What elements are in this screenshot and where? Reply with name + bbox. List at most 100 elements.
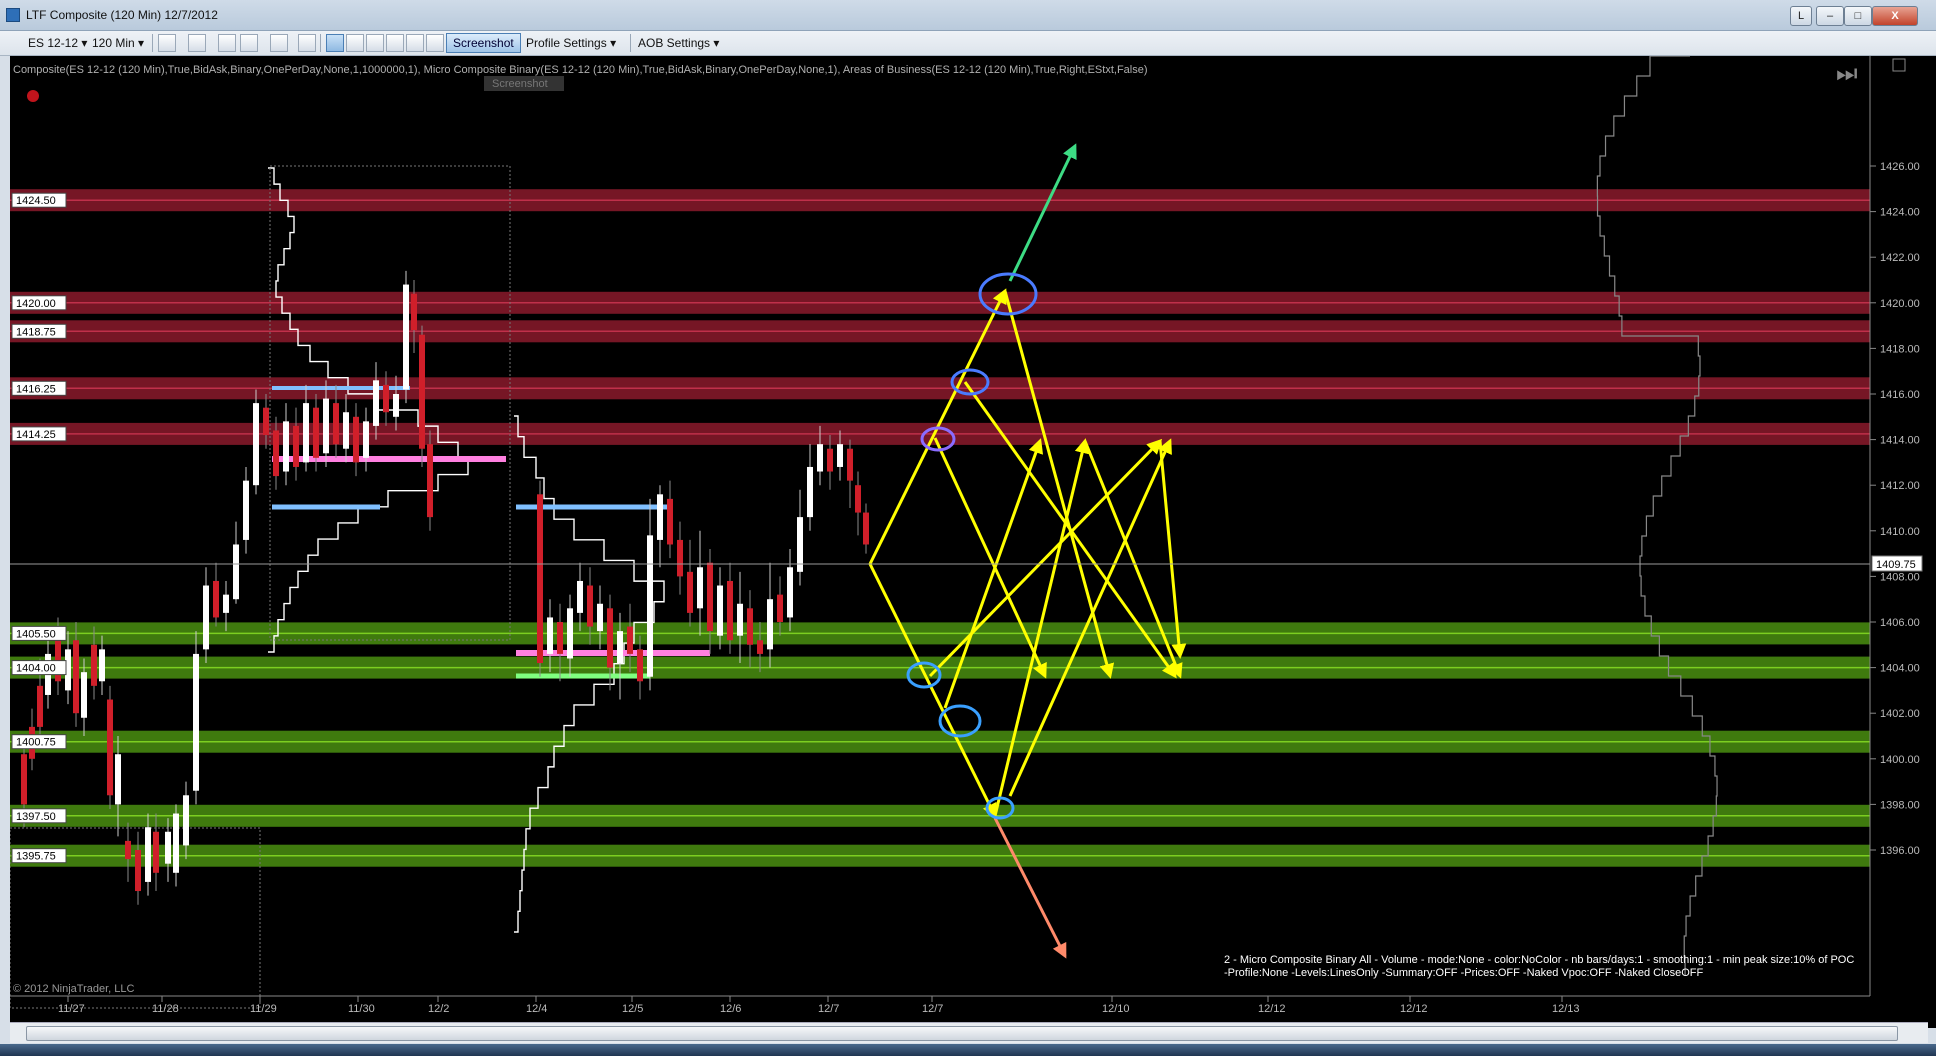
link-button[interactable]: L: [1790, 6, 1812, 26]
candle-body: [145, 827, 151, 882]
time-tick-label: 11/30: [348, 1003, 375, 1015]
candle-body: [165, 831, 171, 864]
pin-icon[interactable]: [218, 34, 236, 52]
candle-body: [125, 840, 131, 860]
candle-body: [577, 580, 583, 613]
indicator-legend: Composite(ES 12-12 (120 Min),True,BidAsk…: [13, 64, 1148, 76]
toolbar-divider: [152, 34, 153, 52]
candle-body: [817, 444, 823, 472]
last-price-label: 1409.75: [1876, 559, 1916, 571]
candle-body: [323, 398, 329, 454]
cursor-icon[interactable]: [270, 34, 288, 52]
profile-settings-menu[interactable]: Profile Settings ▾: [526, 34, 616, 52]
pencil-icon[interactable]: [188, 34, 206, 52]
price-tick-label: 1418.00: [1880, 343, 1920, 355]
candle-body: [193, 653, 199, 791]
time-tick-label: 12/7: [922, 1003, 943, 1015]
snapshot-icon[interactable]: [406, 34, 424, 52]
time-tick-label: 12/12: [1258, 1003, 1286, 1015]
strategies-icon[interactable]: [366, 34, 384, 52]
time-tick-label: 12/10: [1102, 1003, 1130, 1015]
dock-icon[interactable]: [426, 34, 444, 52]
bar-type-icon[interactable]: [158, 34, 176, 52]
support-level-label: 1404.00: [16, 663, 56, 675]
scrollbar-thumb[interactable]: [26, 1026, 1898, 1041]
candle-body: [647, 535, 653, 677]
price-tick-label: 1420.00: [1880, 298, 1920, 310]
candle-body: [393, 394, 399, 417]
candle-body: [333, 403, 339, 445]
scroll-end-icon[interactable]: ⏭: [1836, 60, 1858, 87]
properties-icon[interactable]: [326, 34, 344, 52]
toolbar-divider: [320, 34, 321, 52]
data-box-icon[interactable]: [386, 34, 404, 52]
time-tick-label: 12/13: [1552, 1003, 1580, 1015]
price-tick-label: 1422.00: [1880, 252, 1920, 264]
candle-body: [617, 631, 623, 664]
candle-body: [567, 608, 573, 659]
screenshot-tooltip: Screenshot: [492, 78, 548, 90]
candle-body: [547, 617, 553, 654]
time-tick-label: 12/6: [720, 1003, 741, 1015]
candle-body: [37, 685, 43, 727]
chevron-down-icon: ▾: [81, 36, 88, 50]
candle-body: [855, 485, 861, 513]
resistance-level-label: 1414.25: [16, 429, 56, 441]
candle-body: [313, 407, 319, 458]
candle-body: [73, 640, 79, 714]
alert-icon[interactable]: [27, 90, 39, 102]
resistance-level-label: 1416.25: [16, 383, 56, 395]
candle-body: [717, 585, 723, 636]
minimize-button[interactable]: –: [1816, 6, 1844, 26]
candle-body: [293, 425, 299, 467]
time-tick-label: 12/2: [428, 1003, 449, 1015]
price-chart[interactable]: 1424.50 1420.00 1418.75 1416.25 1414.25 1405.…: [10, 56, 1936, 1028]
candle-body: [537, 494, 543, 664]
candle-body: [807, 466, 813, 518]
price-tick-label: 1416.00: [1880, 389, 1920, 401]
support-level-label: 1405.50: [16, 628, 56, 640]
interval-selector[interactable]: 120 Min ▾: [92, 34, 144, 52]
zoom-icon[interactable]: [298, 34, 316, 52]
candle-body: [427, 444, 433, 518]
pin-remove-icon[interactable]: [240, 34, 258, 52]
price-tick-label: 1396.00: [1880, 845, 1920, 857]
horizontal-scrollbar[interactable]: [10, 1022, 1928, 1043]
candle-body: [727, 580, 733, 641]
candle-body: [403, 284, 409, 390]
close-button[interactable]: X: [1872, 6, 1918, 26]
candle-body: [757, 640, 763, 654]
candle-body: [183, 795, 189, 846]
time-tick-label: 12/4: [526, 1003, 547, 1015]
candle-body: [687, 571, 693, 613]
candle-body: [637, 649, 643, 682]
candle-body: [81, 672, 87, 718]
candle-body: [411, 293, 417, 331]
price-tick-label: 1424.00: [1880, 207, 1920, 219]
candle-body: [419, 334, 425, 449]
price-tick-label: 1426.00: [1880, 161, 1920, 173]
support-level-label: 1397.50: [16, 811, 56, 823]
support-level-label: 1395.75: [16, 851, 56, 863]
aob-settings-menu[interactable]: AOB Settings ▾: [638, 34, 719, 52]
chart-toolbar: ES 12-12 ▾ 120 Min ▾ Profile Settings ▾ …: [0, 31, 1936, 56]
profile-settings-label: Profile Settings: [526, 36, 607, 50]
time-tick-label: 12/7: [818, 1003, 839, 1015]
time-tick-label: 12/5: [622, 1003, 643, 1015]
chevron-down-icon: ▾: [610, 36, 617, 50]
resistance-level-label: 1420.00: [16, 298, 56, 310]
candle-body: [627, 626, 633, 654]
candle-body: [203, 585, 209, 650]
time-tick-label: 11/27: [58, 1003, 85, 1015]
candle-body: [273, 430, 279, 477]
candle-body: [363, 421, 369, 458]
screenshot-button[interactable]: Screenshot: [446, 33, 521, 53]
indicators-icon[interactable]: [346, 34, 364, 52]
copyright-text: © 2012 NinjaTrader, LLC: [13, 983, 134, 995]
interval-label: 120 Min: [92, 36, 135, 50]
candle-body: [153, 831, 159, 873]
maximize-button[interactable]: □: [1844, 6, 1872, 26]
candle-body: [777, 594, 783, 622]
instrument-selector[interactable]: ES 12-12 ▾: [28, 34, 87, 52]
candle-body: [747, 608, 753, 645]
